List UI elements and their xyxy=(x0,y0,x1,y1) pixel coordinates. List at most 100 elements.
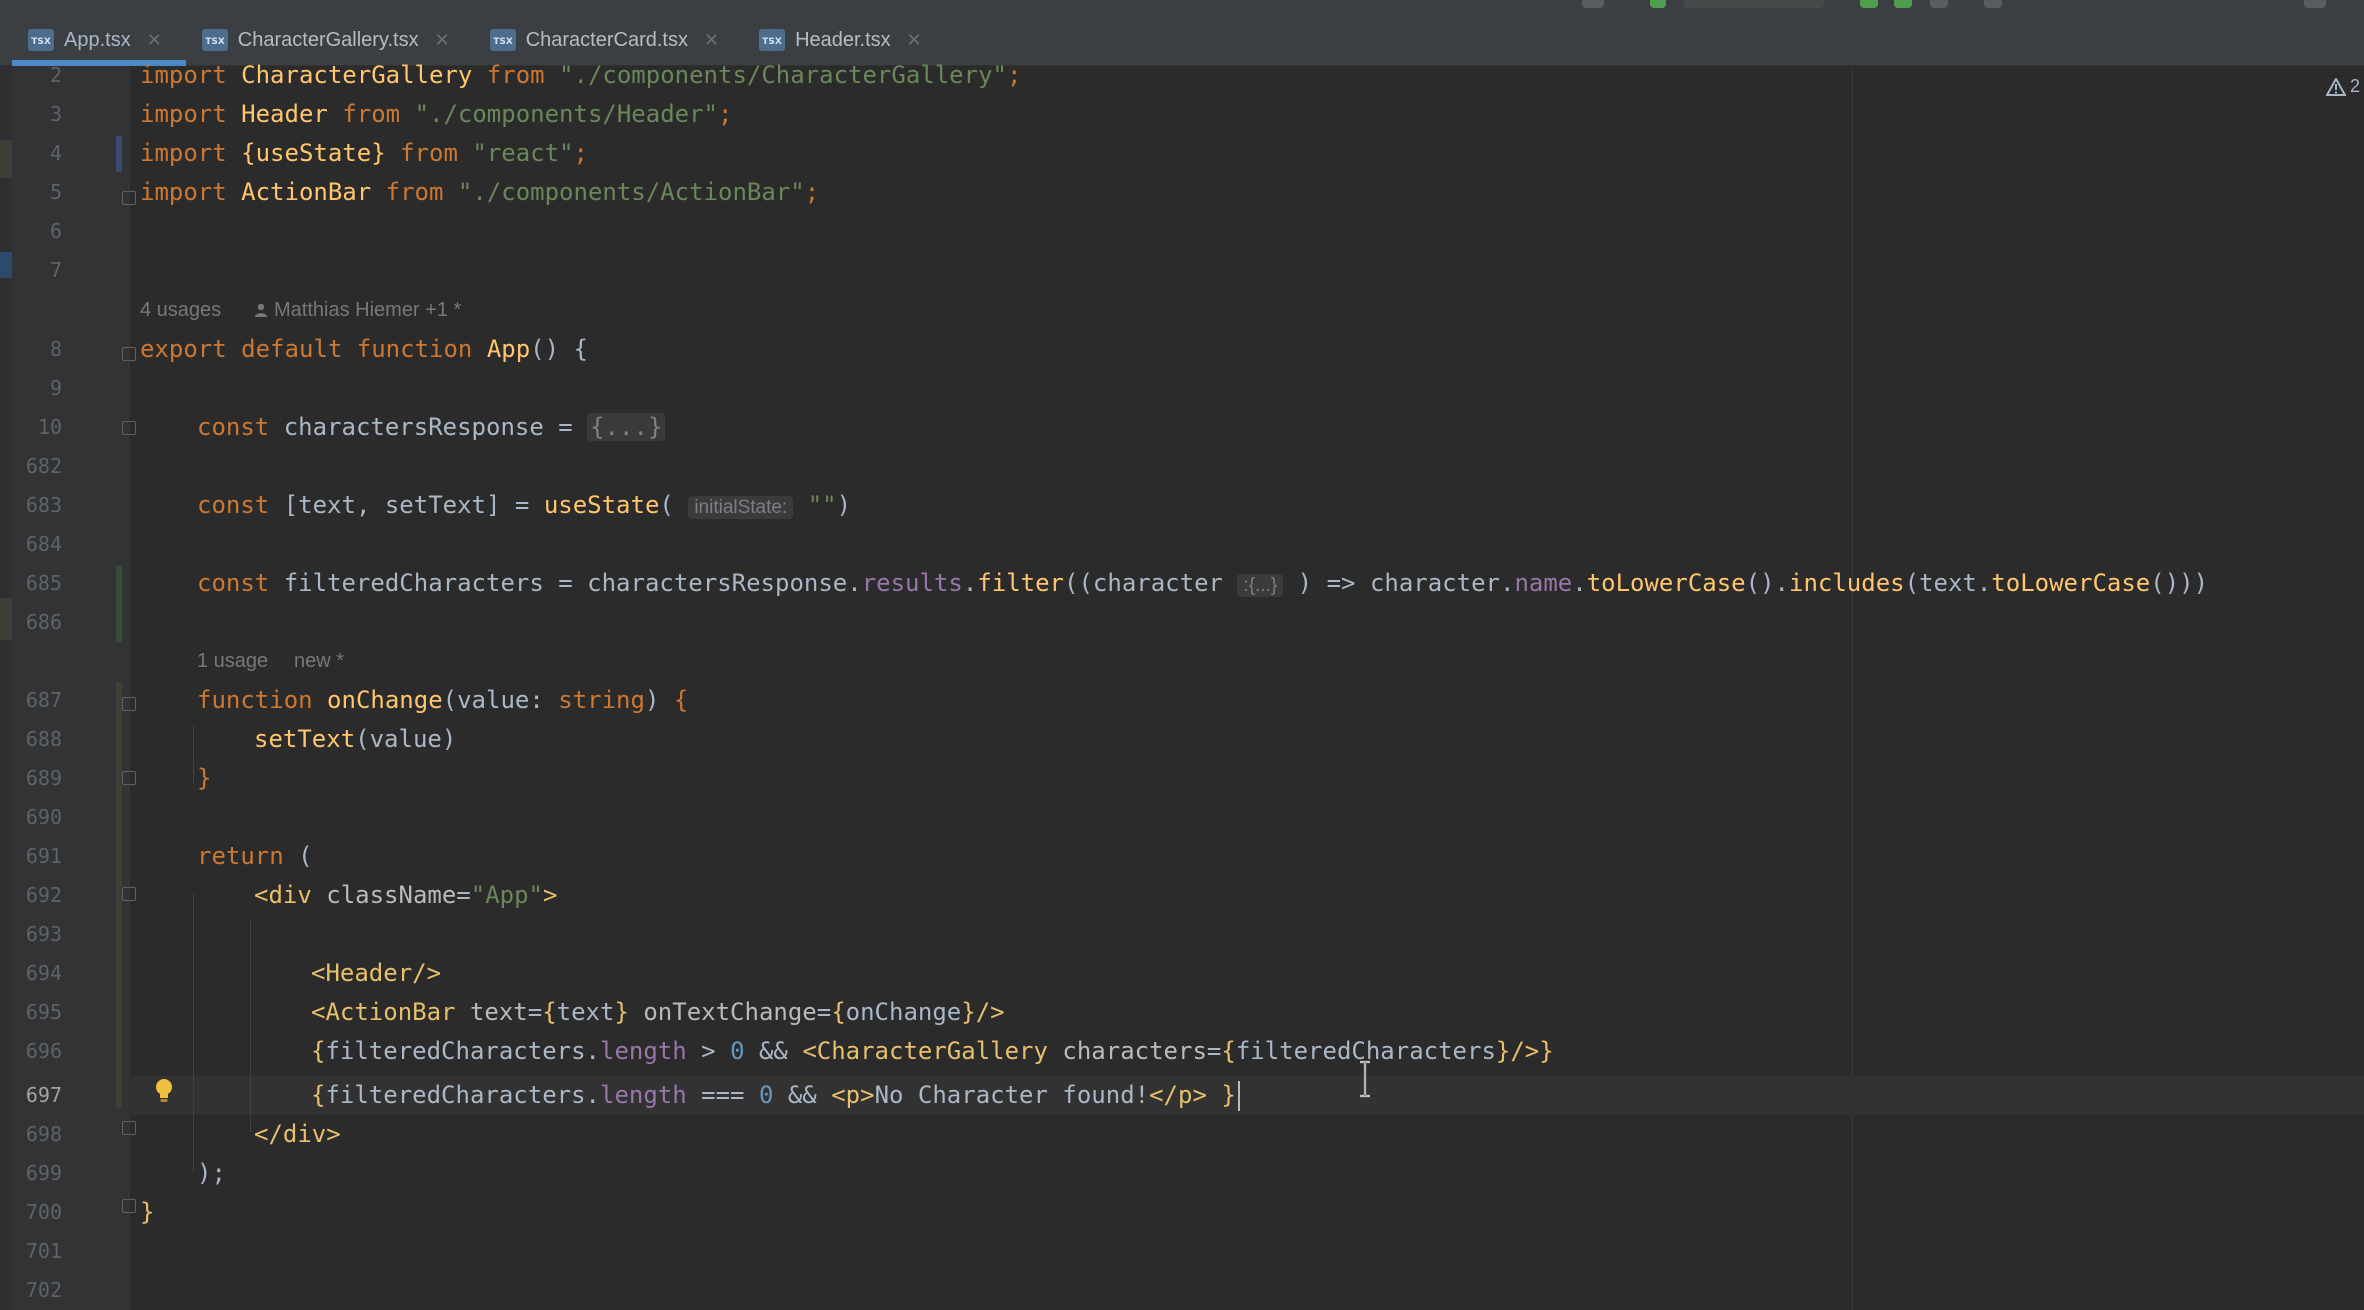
line-number[interactable]: 694 xyxy=(0,954,62,993)
profile-icon[interactable] xyxy=(1930,0,1948,8)
usages-inlay[interactable]: 1 usage xyxy=(197,642,268,681)
vcs-marker xyxy=(0,140,12,178)
run-config-select[interactable] xyxy=(1684,0,1824,8)
warning-count: 2 xyxy=(2349,76,2360,96)
code-line[interactable]: <Header/> xyxy=(311,954,441,993)
code-line[interactable]: import ActionBar from "./components/Acti… xyxy=(140,173,819,212)
right-margin-guide xyxy=(1852,66,1853,1310)
fold-icon[interactable] xyxy=(122,347,136,361)
stop-icon[interactable] xyxy=(1984,0,2002,8)
code-line[interactable]: ); xyxy=(197,1154,226,1193)
line-number[interactable]: 699 xyxy=(0,1154,62,1193)
svg-text:TSX: TSX xyxy=(493,37,513,47)
line-number[interactable]: 683 xyxy=(0,486,62,525)
toolbar-button[interactable] xyxy=(1582,0,1604,8)
line-number[interactable]: 682 xyxy=(0,447,62,486)
line-number[interactable]: 10 xyxy=(0,408,62,447)
code-line[interactable]: import {useState} from "react"; xyxy=(140,134,588,173)
line-number[interactable]: 5 xyxy=(0,173,62,212)
text-cursor-icon xyxy=(1358,1060,1372,1098)
svg-text:TSX: TSX xyxy=(31,37,51,47)
vcs-marker xyxy=(0,598,12,640)
debug-icon[interactable] xyxy=(1860,0,1878,8)
line-number[interactable]: 693 xyxy=(0,915,62,954)
code-line[interactable]: <ActionBar text={text} onTextChange={onC… xyxy=(311,993,1005,1032)
line-number[interactable]: 2 xyxy=(0,56,62,95)
line-number[interactable]: 8 xyxy=(0,330,62,369)
folded-region[interactable]: {...} xyxy=(587,413,666,441)
line-number[interactable]: 701 xyxy=(0,1232,62,1271)
code-line[interactable]: } xyxy=(140,1193,154,1232)
indent-guide xyxy=(193,894,194,1172)
line-number[interactable]: 698 xyxy=(0,1115,62,1154)
ide-window: TSX App.tsx ✕ TSX CharacterGallery.tsx ✕… xyxy=(0,0,2364,1310)
coverage-icon[interactable] xyxy=(1894,0,1912,8)
fold-icon[interactable] xyxy=(122,1121,136,1135)
line-number[interactable]: 689 xyxy=(0,759,62,798)
svg-text:TSX: TSX xyxy=(762,37,782,47)
fold-icon[interactable] xyxy=(122,887,136,901)
line-number[interactable]: 687 xyxy=(0,681,62,720)
lightbulb-icon[interactable] xyxy=(154,1078,174,1102)
code-line[interactable]: <div className="App"> xyxy=(254,876,557,915)
line-number[interactable]: 688 xyxy=(0,720,62,759)
line-number[interactable]: 692 xyxy=(0,876,62,915)
code-line[interactable]: import CharacterGallery from "./componen… xyxy=(140,56,1021,95)
code-line[interactable]: const filteredCharacters = charactersRes… xyxy=(197,564,2208,603)
fold-icon[interactable] xyxy=(122,697,136,711)
vcs-marker xyxy=(0,252,12,278)
tsx-file-icon: TSX xyxy=(201,29,228,51)
code-line[interactable]: const [text, setText] = useState( initia… xyxy=(197,486,851,525)
tsx-file-icon: TSX xyxy=(489,29,516,51)
tab-label: CharacterGallery.tsx xyxy=(237,28,419,51)
code-line[interactable]: setText(value) xyxy=(254,720,456,759)
change-marker[interactable] xyxy=(116,136,122,172)
close-icon[interactable]: ✕ xyxy=(907,30,922,51)
line-number[interactable]: 696 xyxy=(0,1032,62,1071)
parameter-hint: initialState: xyxy=(688,496,794,519)
fold-icon[interactable] xyxy=(122,421,136,435)
author-inlay[interactable]: Matthias Hiemer +1 * xyxy=(254,291,461,330)
warning-icon xyxy=(2325,77,2346,96)
close-icon[interactable]: ✕ xyxy=(704,30,719,51)
toolbar-overflow xyxy=(1464,0,2364,10)
line-number[interactable]: 702 xyxy=(0,1271,62,1310)
line-number[interactable]: 690 xyxy=(0,798,62,837)
indent-guide xyxy=(250,920,251,1132)
line-number[interactable]: 684 xyxy=(0,525,62,564)
run-icon[interactable] xyxy=(1650,0,1666,8)
settings-icon[interactable] xyxy=(2304,0,2326,8)
close-icon[interactable]: ✕ xyxy=(147,30,162,51)
usages-inlay[interactable]: 4 usages xyxy=(140,291,221,330)
code-line[interactable]: } xyxy=(197,759,211,798)
line-number[interactable]: 691 xyxy=(0,837,62,876)
fold-icon[interactable] xyxy=(122,771,136,785)
line-number[interactable]: 700 xyxy=(0,1193,62,1232)
code-line-current[interactable]: {filteredCharacters.length === 0 && <p>N… xyxy=(311,1076,1240,1115)
code-line[interactable]: return ( xyxy=(197,837,313,876)
code-line[interactable]: function onChange(value: string) { xyxy=(197,681,688,720)
line-number[interactable]: 6 xyxy=(0,212,62,251)
code-line[interactable]: export default function App() { xyxy=(140,330,588,369)
indent-guide xyxy=(193,726,194,784)
code-line[interactable]: const charactersResponse = {...} xyxy=(197,408,666,447)
tsx-file-icon: TSX xyxy=(28,29,54,51)
tab-label: App.tsx xyxy=(64,28,131,51)
tab-label: CharacterCard.tsx xyxy=(525,28,688,51)
change-marker[interactable] xyxy=(116,566,122,642)
fold-icon[interactable] xyxy=(122,191,136,205)
type-hint: :{...} xyxy=(1237,574,1284,597)
svg-text:TSX: TSX xyxy=(205,37,225,47)
line-number[interactable]: 697 xyxy=(0,1076,62,1115)
author-inlay[interactable]: new * xyxy=(294,642,344,681)
inspection-widget[interactable]: 2 xyxy=(2325,76,2360,97)
line-number[interactable]: 695 xyxy=(0,993,62,1032)
fold-icon[interactable] xyxy=(122,1199,136,1213)
line-number[interactable]: 3 xyxy=(0,95,62,134)
code-line[interactable]: </div> xyxy=(254,1115,341,1154)
text-caret xyxy=(1237,1081,1240,1111)
line-number[interactable]: 9 xyxy=(0,369,62,408)
code-line[interactable]: import Header from "./components/Header"… xyxy=(140,95,732,134)
user-icon xyxy=(255,303,267,317)
close-icon[interactable]: ✕ xyxy=(435,30,450,51)
